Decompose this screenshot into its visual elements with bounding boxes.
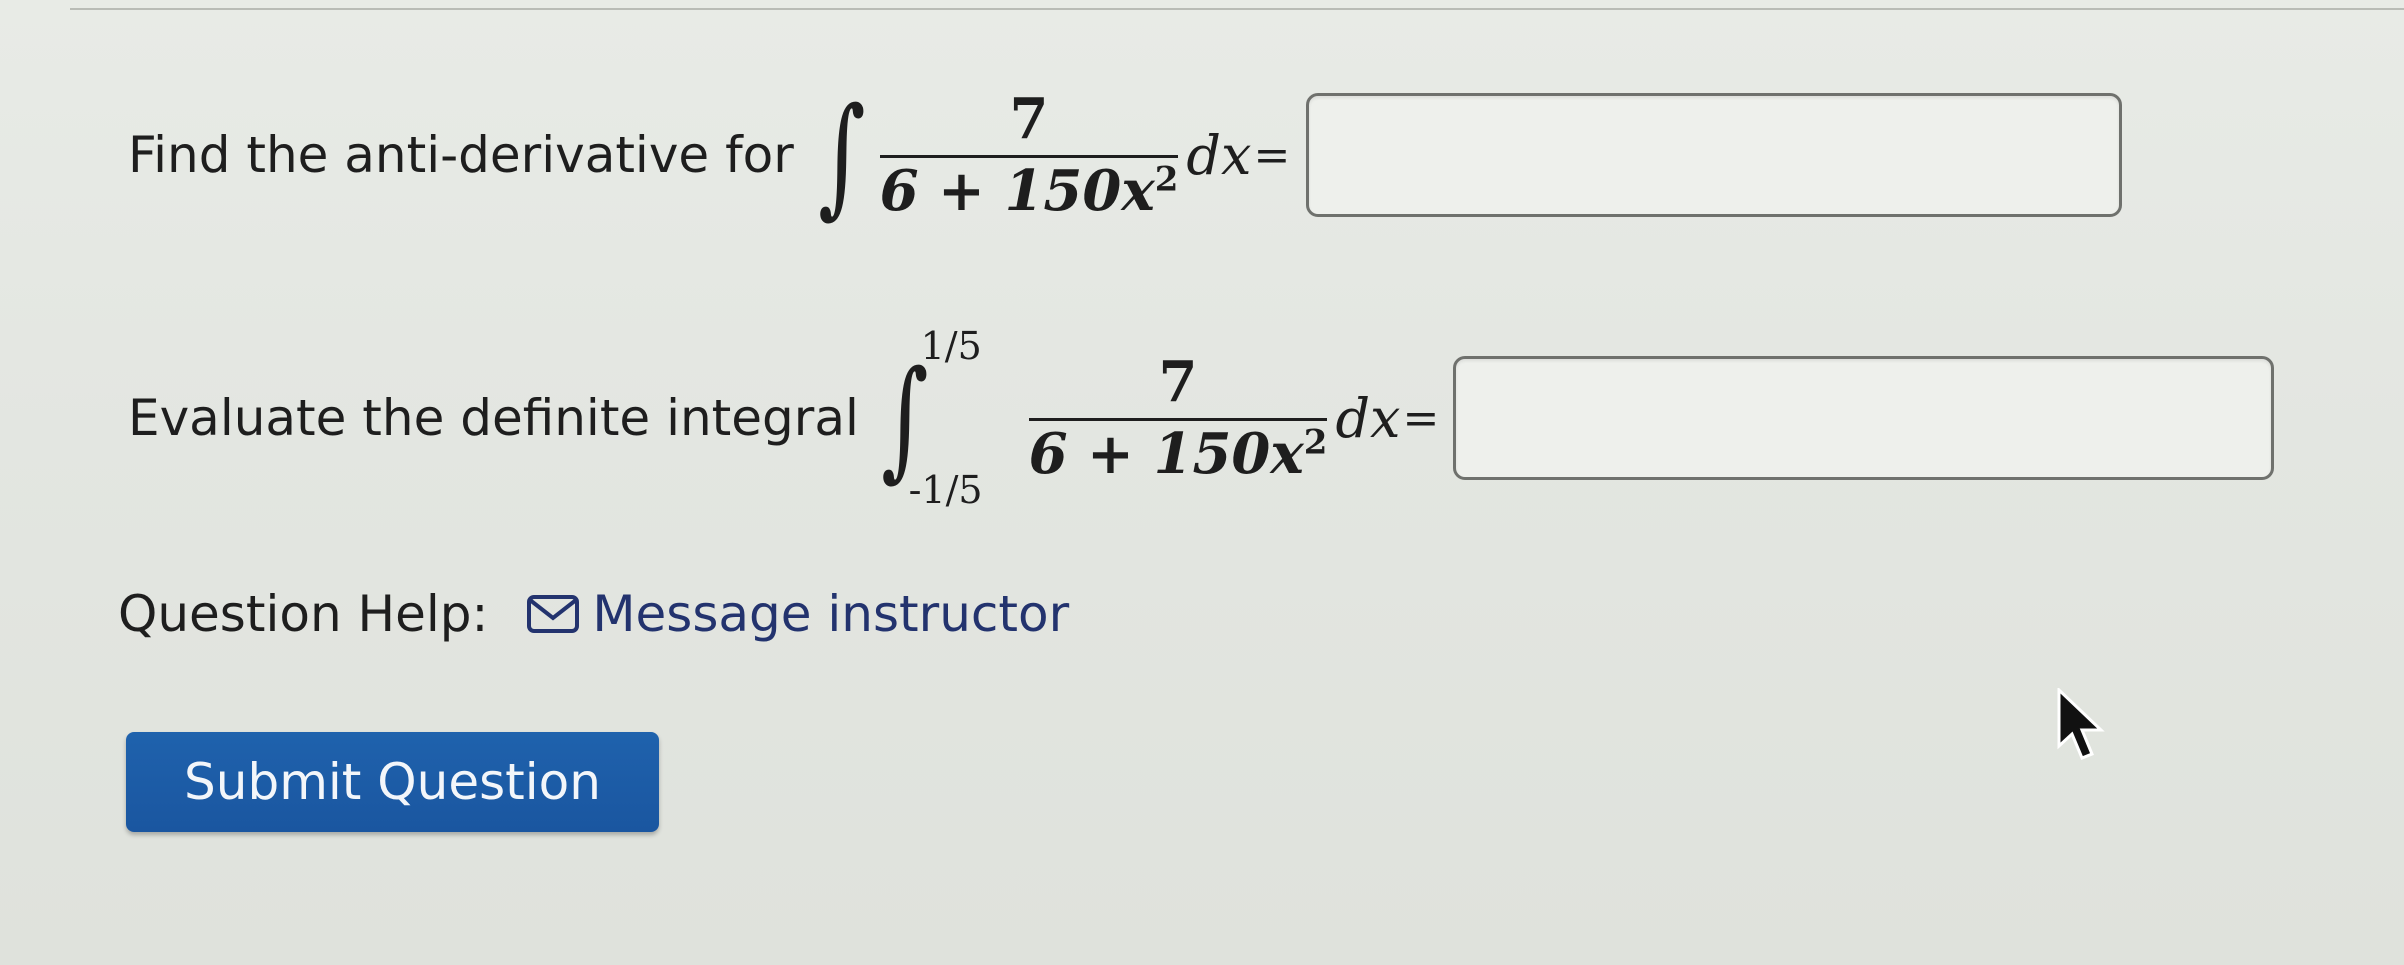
dx-label: dx — [1335, 386, 1401, 450]
fraction: 7 6 + 150x2 — [1028, 348, 1328, 484]
submit-question-button[interactable]: Submit Question — [126, 732, 659, 832]
denominator-exponent: 2 — [1154, 159, 1179, 200]
denominator-exponent: 2 — [1303, 421, 1328, 462]
integral-sign: ∫ — [817, 79, 866, 232]
dx-label: dx — [1186, 123, 1252, 187]
equals-sign: = — [1402, 392, 1440, 444]
top-divider — [70, 8, 2404, 10]
denominator-base: 6 + 150x — [879, 157, 1155, 224]
question2-prompt: Evaluate the definite integral — [128, 389, 859, 447]
question1-prompt: Find the anti-derivative for — [128, 126, 794, 185]
equals-sign: = — [1253, 129, 1291, 181]
integral-limits: 1/5 -1/5 — [909, 318, 1009, 518]
denominator: 6 + 150x2 — [1029, 421, 1328, 484]
question1-math: ∫ 7 6 + 150x2 dx = — [808, 90, 1290, 221]
numerator: 7 — [1009, 86, 1049, 152]
message-instructor-link[interactable]: Message instructor — [592, 585, 1069, 643]
mail-icon[interactable] — [526, 594, 580, 634]
fraction: 7 6 + 150x2 — [879, 86, 1179, 221]
denominator: 6 + 150x2 — [880, 158, 1179, 221]
question2-row: Evaluate the definite integral ∫ 1/5 -1/… — [128, 318, 2275, 518]
question-help: Question Help: Message instructor — [118, 585, 1069, 643]
upper-limit: 1/5 — [920, 324, 982, 368]
question-help-label: Question Help: — [118, 585, 489, 643]
question1-row: Find the anti-derivative for ∫ 7 6 + 150… — [128, 90, 2123, 221]
lower-limit: -1/5 — [908, 468, 983, 512]
question2-math: ∫ 1/5 -1/5 7 6 + 150x2 dx = — [871, 318, 1439, 518]
antiderivative-answer-input[interactable] — [1306, 93, 2123, 218]
numerator: 7 — [1158, 348, 1198, 415]
denominator-base: 6 + 150x — [1028, 420, 1304, 487]
definite-integral-answer-input[interactable] — [1453, 356, 2275, 480]
mouse-pointer-icon — [2057, 688, 2105, 760]
